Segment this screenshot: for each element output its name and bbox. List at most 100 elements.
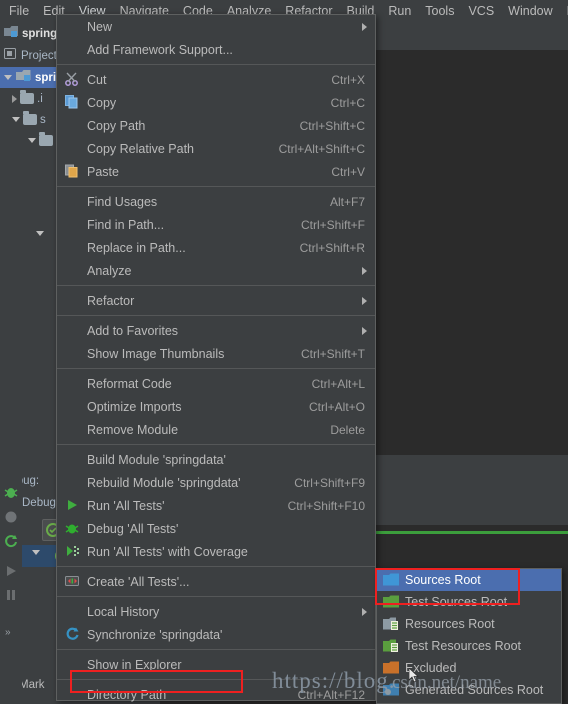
module-icon <box>4 25 18 43</box>
menu-item-label: Optimize Imports <box>87 399 182 414</box>
menu-item-copy[interactable]: Copy Ctrl+C <box>57 91 375 114</box>
menu-item-show-image-thumbnails[interactable]: Show Image Thumbnails Ctrl+Shift+T <box>57 342 375 365</box>
menu-separator <box>57 186 375 187</box>
submenu-item-label: Resources Root <box>405 617 495 631</box>
menu-item-run-with-coverage[interactable]: Run 'All Tests' with Coverage <box>57 540 375 563</box>
menu-item-label: Remove Module <box>87 422 179 437</box>
chevron-right-icon <box>362 608 367 616</box>
menu-item-copy-relative-path[interactable]: Copy Relative Path Ctrl+Alt+Shift+C <box>57 137 375 160</box>
menu-item-run-all-tests[interactable]: Run 'All Tests' Ctrl+Shift+F10 <box>57 494 375 517</box>
menu-window[interactable]: Window <box>501 1 559 22</box>
menu-item-debug-all-tests[interactable]: Debug 'All Tests' <box>57 517 375 540</box>
folder-blue-icon <box>383 573 399 587</box>
svg-text:»: » <box>5 627 11 638</box>
menu-item-find-in-path[interactable]: Find in Path... Ctrl+Shift+F <box>57 213 375 236</box>
tree-node-collapsed[interactable] <box>36 223 44 244</box>
submenu-item-resources-root[interactable]: Resources Root <box>377 613 561 635</box>
mute-breakpoints-icon[interactable] <box>3 509 19 525</box>
folder-green-icon <box>383 595 399 609</box>
menu-separator <box>57 285 375 286</box>
paste-icon <box>64 163 80 179</box>
project-icon <box>4 47 17 65</box>
menu-item-remove-module[interactable]: Remove Module Delete <box>57 418 375 441</box>
menu-item-create-all-tests[interactable]: Create 'All Tests'... <box>57 570 375 593</box>
module-header-row[interactable]: spring <box>4 23 57 44</box>
menu-item-paste[interactable]: Paste Ctrl+V <box>57 160 375 183</box>
menu-item-label: Paste <box>87 164 119 179</box>
chevron-right-icon <box>362 23 367 31</box>
menu-item-label: Rebuild Module 'springdata' <box>87 475 241 490</box>
menu-separator <box>57 649 375 650</box>
menu-item-optimize-imports[interactable]: Optimize Imports Ctrl+Alt+O <box>57 395 375 418</box>
debug-bug-icon[interactable] <box>3 485 19 501</box>
menu-item-synchronize[interactable]: Synchronize 'springdata' <box>57 623 375 646</box>
menu-item-accel: Ctrl+Alt+L <box>311 376 365 391</box>
pause-icon[interactable] <box>3 587 19 603</box>
menu-vcs[interactable]: VCS <box>461 1 501 22</box>
menu-item-accel: Ctrl+Shift+F9 <box>294 475 365 490</box>
menu-item-rebuild-module[interactable]: Rebuild Module 'springdata' Ctrl+Shift+F… <box>57 471 375 494</box>
menu-item-accel: Ctrl+Shift+R <box>299 240 365 255</box>
menu-item-new[interactable]: New <box>57 15 375 38</box>
menu-item-label: Local History <box>87 604 160 619</box>
chevron-right-icon[interactable] <box>12 94 17 103</box>
rerun-icon[interactable] <box>3 533 19 549</box>
menu-item-accel: Ctrl+Alt+Shift+C <box>278 141 365 156</box>
menu-file[interactable]: File <box>2 1 36 22</box>
submenu-item-sources-root[interactable]: Sources Root <box>377 569 561 591</box>
chevron-down-icon-2[interactable] <box>12 117 20 122</box>
folder-test-resources-icon <box>383 639 399 653</box>
menu-item-label: Show in Explorer <box>87 657 182 672</box>
menu-item-label: Run 'All Tests' with Coverage <box>87 544 248 559</box>
expand-icon[interactable]: » <box>3 623 19 639</box>
menu-item-replace-in-path[interactable]: Replace in Path... Ctrl+Shift+R <box>57 236 375 259</box>
menu-run[interactable]: Run <box>381 1 418 22</box>
tree-node-label-1: s <box>40 113 46 126</box>
menu-item-accel: Ctrl+Shift+F <box>300 217 365 232</box>
menu-item-label: Find in Path... <box>87 217 165 232</box>
step-over-icon[interactable] <box>3 563 19 579</box>
menu-item-label: Add Framework Support... <box>87 42 233 57</box>
copy-icon <box>64 94 80 110</box>
tree-node-0[interactable]: .i <box>12 88 43 109</box>
chevron-right-icon <box>362 327 367 335</box>
menu-separator <box>57 315 375 316</box>
chevron-down-icon[interactable] <box>4 75 12 80</box>
menu-item-build-module[interactable]: Build Module 'springdata' <box>57 448 375 471</box>
menu-item-analyze[interactable]: Analyze <box>57 259 375 282</box>
menu-item-accel: Ctrl+Shift+F10 <box>287 498 365 513</box>
chevron-down-icon-3[interactable] <box>28 138 36 143</box>
menu-item-add-to-favorites[interactable]: Add to Favorites <box>57 319 375 342</box>
submenu-item-label: Sources Root <box>405 573 481 587</box>
submenu-item-test-resources-root[interactable]: Test Resources Root <box>377 635 561 657</box>
menu-item-add-framework-support[interactable]: Add Framework Support... <box>57 38 375 61</box>
menu-item-label: Run 'All Tests' <box>87 498 165 513</box>
menu-tools[interactable]: Tools <box>418 1 461 22</box>
menu-item-label: Copy <box>87 95 117 110</box>
create-config-icon <box>64 573 80 589</box>
menu-item-reformat-code[interactable]: Reformat Code Ctrl+Alt+L <box>57 372 375 395</box>
submenu-item-test-sources-root[interactable]: Test Sources Root <box>377 591 561 613</box>
chevron-right-icon <box>362 267 367 275</box>
run-icon <box>64 497 80 513</box>
menu-item-accel: Ctrl+V <box>331 164 365 179</box>
menu-item-find-usages[interactable]: Find Usages Alt+F7 <box>57 190 375 213</box>
menu-item-local-history[interactable]: Local History <box>57 600 375 623</box>
tree-node-1[interactable]: s <box>12 109 46 130</box>
root-module-icon <box>16 69 31 87</box>
menu-item-cut[interactable]: Cut Ctrl+X <box>57 68 375 91</box>
menu-item-label: Replace in Path... <box>87 240 186 255</box>
menu-item-accel: Ctrl+Alt+O <box>308 399 365 414</box>
chevron-down-icon-4[interactable] <box>36 231 44 236</box>
menu-item-refactor[interactable]: Refactor <box>57 289 375 312</box>
tree-node-2[interactable] <box>28 130 56 151</box>
menu-item-copy-path[interactable]: Copy Path Ctrl+Shift+C <box>57 114 375 137</box>
coverage-icon <box>64 543 80 559</box>
debug-tab[interactable]: Debug <box>22 497 56 509</box>
menu-help[interactable]: Help <box>560 1 568 22</box>
menu-item-label: Cut <box>87 72 107 87</box>
chevron-down-icon-5[interactable] <box>32 550 40 555</box>
tree-node-label-0: .i <box>37 92 43 105</box>
menu-item-label: Reformat Code <box>87 376 172 391</box>
menu-separator <box>57 368 375 369</box>
